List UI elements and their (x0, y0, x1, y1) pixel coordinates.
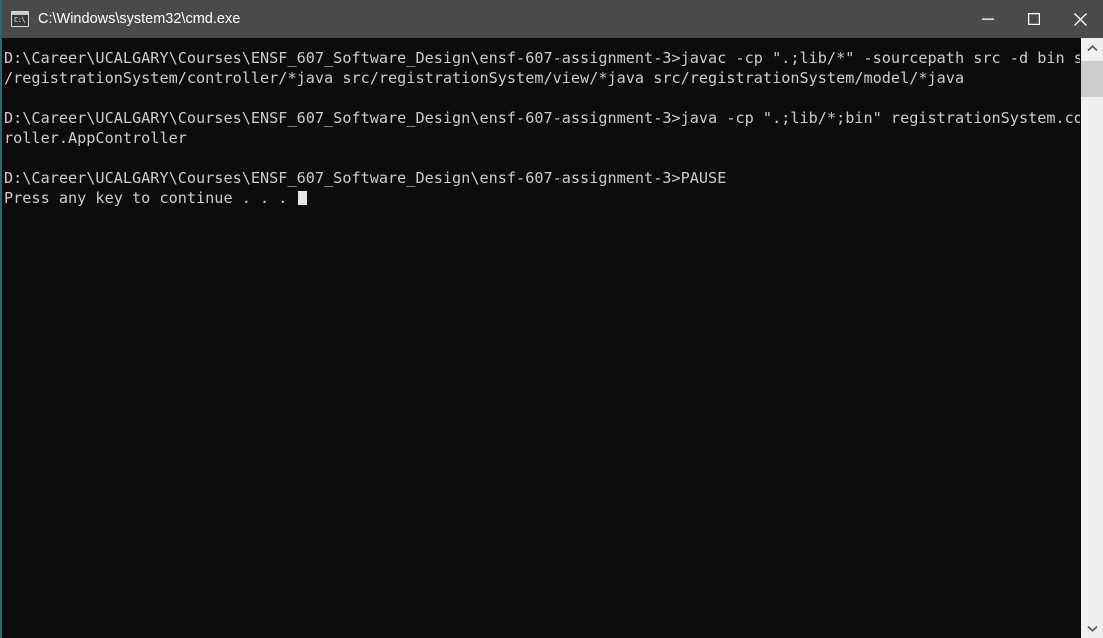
scrollbar-thumb[interactable] (1081, 61, 1103, 97)
chevron-down-icon (1086, 625, 1098, 632)
minimize-button[interactable] (965, 0, 1011, 38)
scroll-down-button[interactable] (1081, 618, 1103, 638)
window-title: C:\Windows\system32\cmd.exe (38, 11, 241, 27)
chevron-up-icon (1086, 44, 1098, 51)
console-output: D:\Career\UCALGARY\Courses\ENSF_607_Soft… (4, 48, 1080, 208)
cmd-icon[interactable]: C:\ (11, 11, 29, 27)
console-line: D:\Career\UCALGARY\Courses\ENSF_607_Soft… (4, 49, 1080, 67)
maximize-icon (1028, 13, 1040, 25)
vertical-scrollbar[interactable] (1080, 38, 1103, 638)
minimize-icon (982, 18, 994, 20)
console-area[interactable]: D:\Career\UCALGARY\Courses\ENSF_607_Soft… (2, 38, 1103, 638)
console-line: roller.AppController (4, 129, 187, 147)
scroll-up-button[interactable] (1081, 38, 1103, 58)
titlebar[interactable]: C:\ C:\Windows\system32\cmd.exe (2, 0, 1103, 38)
close-icon (1073, 12, 1087, 26)
close-button[interactable] (1057, 0, 1103, 38)
cmd-icon-prompt-text: C:\ (14, 16, 26, 24)
console-line: /registrationSystem/controller/*java src… (4, 69, 965, 87)
text-cursor (297, 191, 307, 205)
cmd-window: C:\ C:\Windows\system32\cmd.exe D:\Caree… (0, 0, 1103, 638)
window-controls (965, 0, 1103, 38)
maximize-button[interactable] (1011, 0, 1057, 38)
console-line: Press any key to continue . . . (4, 188, 1080, 208)
console-line: D:\Career\UCALGARY\Courses\ENSF_607_Soft… (4, 109, 1080, 127)
console-line: D:\Career\UCALGARY\Courses\ENSF_607_Soft… (4, 169, 727, 187)
